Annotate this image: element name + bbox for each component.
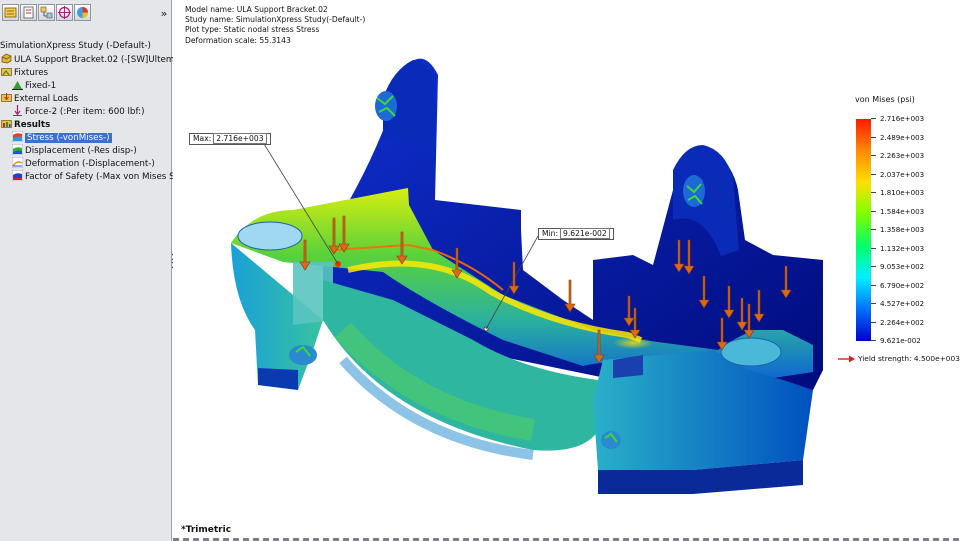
- stress-plot-model[interactable]: [173, 0, 960, 541]
- feature-manager-icon: [4, 7, 17, 18]
- part-label: ULA Support Bracket.02 (-[SW]Ultem 9085: [14, 55, 200, 65]
- tree-result-factor-of-safety[interactable]: Factor of Safety (-Max von Mises Stres: [12, 170, 191, 183]
- tree-result-deformation[interactable]: Deformation (-Displacement-): [12, 157, 155, 170]
- left-bolt-hole: [237, 221, 303, 251]
- tree-study-root[interactable]: SimulationXpress Study (-Default-): [0, 40, 151, 53]
- tree-fixture-item[interactable]: Fixed-1: [12, 79, 56, 92]
- legend-colorbar: [856, 119, 871, 341]
- legend-tick: 2.263e+003: [870, 151, 925, 160]
- tree-result-displacement[interactable]: Displacement (-Res disp-): [12, 144, 137, 157]
- part-icon: [1, 53, 12, 64]
- display-manager-tab[interactable]: [74, 4, 91, 21]
- property-manager-icon: [23, 6, 34, 19]
- display-manager-icon: [77, 7, 88, 18]
- fixtures-label: Fixtures: [14, 68, 49, 78]
- legend-tick: 2.489e+003: [870, 132, 925, 142]
- legend-tick: 1.358e+003: [870, 225, 925, 234]
- displacement-plot-icon: [12, 144, 23, 155]
- configuration-manager-icon: [40, 6, 53, 19]
- tree-force-item[interactable]: Force-2 (:Per item: 600 lbf:): [12, 105, 145, 118]
- property-manager-tab[interactable]: [20, 4, 37, 21]
- stress-plot-icon: [12, 131, 23, 142]
- view-orientation-label: *Trimetric: [181, 525, 232, 535]
- factor-of-safety-plot-icon: [12, 170, 23, 181]
- max-label: Max:: [193, 134, 212, 143]
- result-displacement-label: Displacement (-Res disp-): [25, 146, 137, 156]
- results-folder-icon: [1, 120, 12, 128]
- tree-result-stress[interactable]: Stress (-vonMises-): [12, 131, 112, 144]
- study-title: SimulationXpress Study (-Default-): [0, 41, 151, 51]
- tree-part-node[interactable]: ULA Support Bracket.02 (-[SW]Ultem 9085: [1, 53, 199, 66]
- external-loads-label: External Loads: [14, 94, 79, 104]
- expand-panel-button[interactable]: »: [158, 7, 170, 21]
- legend-tick: 9.053e+002: [870, 262, 925, 271]
- fixed-geometry-icon: [12, 81, 23, 90]
- legend-tick: 1.810e+003: [870, 188, 925, 197]
- tree-results-node[interactable]: Results: [1, 118, 50, 131]
- yield-arrow-icon: [838, 355, 855, 363]
- dimxpert-manager-tab[interactable]: [56, 4, 73, 21]
- legend-tick: 2.716e+003: [870, 114, 925, 123]
- dimxpert-icon: [58, 6, 71, 19]
- result-deformation-label: Deformation (-Displacement-): [25, 159, 155, 169]
- legend-tick: 2.037e+003: [870, 169, 925, 179]
- legend-tick: 1.584e+003: [870, 206, 925, 216]
- feature-manager-tab[interactable]: [2, 4, 19, 21]
- right-bolt-hole: [720, 337, 782, 367]
- force-item-label: Force-2 (:Per item: 600 lbf:): [25, 107, 145, 117]
- yield-strength-indicator: Yield strength: 4.500e+003: [838, 354, 960, 363]
- legend-tick: 9.621e-002: [871, 336, 921, 345]
- tree-fixtures-node[interactable]: Fixtures: [1, 66, 48, 79]
- configuration-manager-tab[interactable]: [38, 4, 55, 21]
- manager-tabs-toolbar: »: [0, 3, 172, 23]
- legend-tick: 6.790e+002: [870, 280, 925, 290]
- min-stress-callout: Min: 9.621e-002: [538, 228, 614, 240]
- legend-tick: 2.264e+002: [870, 317, 925, 327]
- max-stress-callout: Max: 2.716e+003: [189, 133, 271, 145]
- legend-tick: 1.132e+003: [870, 243, 925, 253]
- force-arrow-icon: [13, 105, 22, 116]
- result-factor-of-safety-label: Factor of Safety (-Max von Mises Stres: [25, 172, 192, 182]
- feature-manager-pane: » SimulationXpress Study (-Default-) ULA…: [0, 0, 199, 541]
- max-value: 2.716e+003: [213, 133, 267, 144]
- results-label: Results: [14, 120, 51, 130]
- yield-strength-text: Yield strength: 4.500e+003: [858, 354, 960, 363]
- fixture-item-label: Fixed-1: [25, 81, 57, 91]
- tree-external-loads-node[interactable]: External Loads: [1, 92, 78, 105]
- deformation-plot-icon: [12, 157, 23, 168]
- legend-title: von Mises (psi): [855, 95, 915, 104]
- min-label: Min:: [542, 229, 559, 238]
- fixtures-folder-icon: [1, 68, 12, 76]
- left-upright-hole: [375, 91, 397, 121]
- result-stress-label: Stress (-vonMises-): [25, 133, 112, 143]
- external-loads-folder-icon: [1, 93, 12, 102]
- graphics-viewport[interactable]: Model name: ULA Support Bracket.02 Study…: [173, 0, 960, 541]
- legend-tick: 4.527e+002: [870, 299, 925, 308]
- min-value: 9.621e-002: [560, 228, 610, 239]
